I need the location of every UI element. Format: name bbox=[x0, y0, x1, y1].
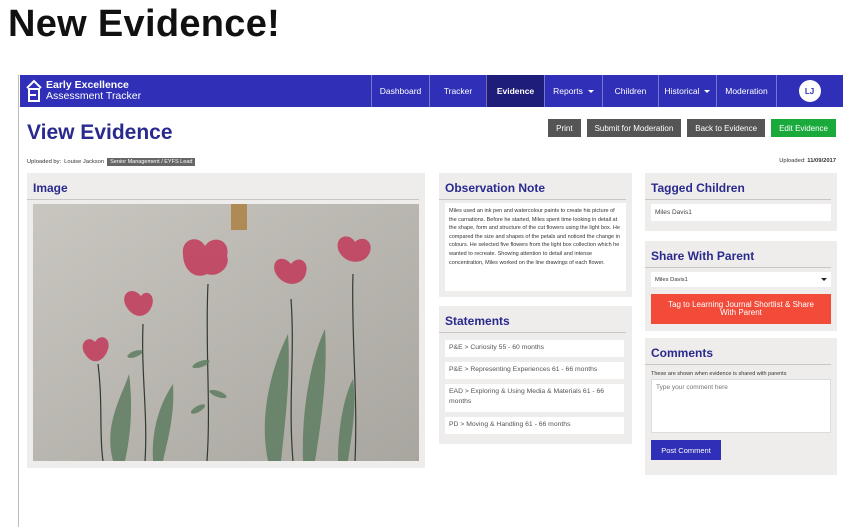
image-panel: Image bbox=[27, 173, 425, 468]
comment-hint: These are shown when evidence is shared … bbox=[651, 371, 787, 377]
nav-label: Moderation bbox=[725, 86, 768, 96]
nav-label: Dashboard bbox=[379, 86, 422, 96]
comments-panel: Comments These are shown when evidence i… bbox=[645, 338, 837, 475]
app-window: Early Excellence Assessment Tracker Dash… bbox=[20, 75, 843, 527]
navbar: Early Excellence Assessment Tracker Dash… bbox=[20, 75, 843, 107]
avatar[interactable]: LJ bbox=[798, 80, 821, 102]
uploaded-by-name: Louise Jackson bbox=[64, 159, 105, 165]
brand-text: Early Excellence Assessment Tracker bbox=[46, 80, 141, 102]
uploaded-label: Uploaded: bbox=[779, 158, 806, 164]
house-logo-icon bbox=[26, 79, 42, 102]
share-panel: Share With Parent Miles Davis1 Tag to Le… bbox=[645, 241, 837, 331]
observation-panel: Observation Note Miles used an ink pen a… bbox=[439, 173, 632, 297]
comment-input[interactable] bbox=[651, 379, 831, 433]
child-select-value: Miles Davis1 bbox=[655, 276, 688, 283]
uploaded-by: Uploaded by: Louise Jackson Senior Manag… bbox=[27, 158, 196, 166]
caret-down-icon bbox=[821, 278, 827, 281]
user-menu[interactable]: LJ bbox=[776, 75, 842, 107]
share-panel-title: Share With Parent bbox=[645, 241, 831, 268]
nav-menu: Dashboard Tracker Evidence Reports Child… bbox=[371, 75, 842, 107]
nav-label: Reports bbox=[553, 86, 583, 96]
image-panel-title: Image bbox=[27, 173, 419, 200]
post-comment-button[interactable]: Post Comment bbox=[651, 440, 721, 460]
evidence-photo[interactable] bbox=[33, 204, 419, 461]
page-title: View Evidence bbox=[27, 121, 173, 144]
uploaded-date-value: 11/09/2017 bbox=[807, 158, 836, 164]
nav-label: Tracker bbox=[443, 86, 473, 96]
flower-painting-image bbox=[33, 204, 419, 461]
slide-title: New Evidence! bbox=[8, 3, 281, 45]
tagged-children-title: Tagged Children bbox=[645, 173, 831, 200]
role-badge: Senior Management / EYFS Lead bbox=[107, 158, 196, 166]
nav-label: Historical bbox=[664, 86, 700, 96]
action-toolbar: Print Submit for Moderation Back to Evid… bbox=[548, 119, 836, 137]
slide-divider bbox=[18, 75, 19, 527]
uploaded-date: Uploaded: 11/09/2017 bbox=[779, 158, 836, 164]
comments-panel-title: Comments bbox=[645, 338, 831, 365]
back-to-evidence-button[interactable]: Back to Evidence bbox=[687, 119, 766, 137]
edit-evidence-button[interactable]: Edit Evidence bbox=[771, 119, 836, 137]
nav-item-historical[interactable]: Historical bbox=[658, 75, 716, 107]
observation-panel-title: Observation Note bbox=[439, 173, 626, 200]
brand-subtitle: Assessment Tracker bbox=[46, 90, 142, 102]
submit-moderation-button[interactable]: Submit for Moderation bbox=[586, 119, 682, 137]
nav-item-dashboard[interactable]: Dashboard bbox=[371, 75, 429, 107]
uploaded-by-label: Uploaded by: bbox=[27, 159, 62, 165]
nav-label: Evidence bbox=[496, 86, 535, 96]
brand-logo[interactable]: Early Excellence Assessment Tracker bbox=[20, 75, 370, 107]
statements-panel: Statements P&E > Curiosity 55 - 60 month… bbox=[439, 306, 632, 444]
nav-item-children[interactable]: Children bbox=[602, 75, 658, 107]
nav-item-tracker[interactable]: Tracker bbox=[429, 75, 486, 107]
tagged-child: Miles Davis1 bbox=[651, 204, 831, 221]
nav-item-reports[interactable]: Reports bbox=[544, 75, 602, 107]
print-button[interactable]: Print bbox=[548, 119, 581, 137]
nav-item-evidence[interactable]: Evidence bbox=[486, 75, 544, 107]
observation-text: Miles used an ink pen and watercolour pa… bbox=[445, 203, 626, 291]
statement-item: EAD > Exploring & Using Media & Material… bbox=[445, 384, 624, 412]
child-select[interactable]: Miles Davis1 bbox=[651, 272, 831, 287]
statement-item: PD > Moving & Handling 61 - 66 months bbox=[445, 417, 624, 434]
share-with-parent-button[interactable]: Tag to Learning Journal Shortlist & Shar… bbox=[651, 294, 831, 324]
caret-down-icon bbox=[587, 89, 594, 93]
nav-label: Children bbox=[614, 86, 647, 96]
statement-item: P&E > Representing Experiences 61 - 66 m… bbox=[445, 362, 624, 379]
tagged-children-panel: Tagged Children Miles Davis1 bbox=[645, 173, 837, 231]
caret-down-icon bbox=[704, 89, 711, 93]
nav-item-moderation[interactable]: Moderation bbox=[716, 75, 776, 107]
statement-item: P&E > Curiosity 55 - 60 months bbox=[445, 340, 624, 357]
statements-panel-title: Statements bbox=[439, 306, 626, 333]
